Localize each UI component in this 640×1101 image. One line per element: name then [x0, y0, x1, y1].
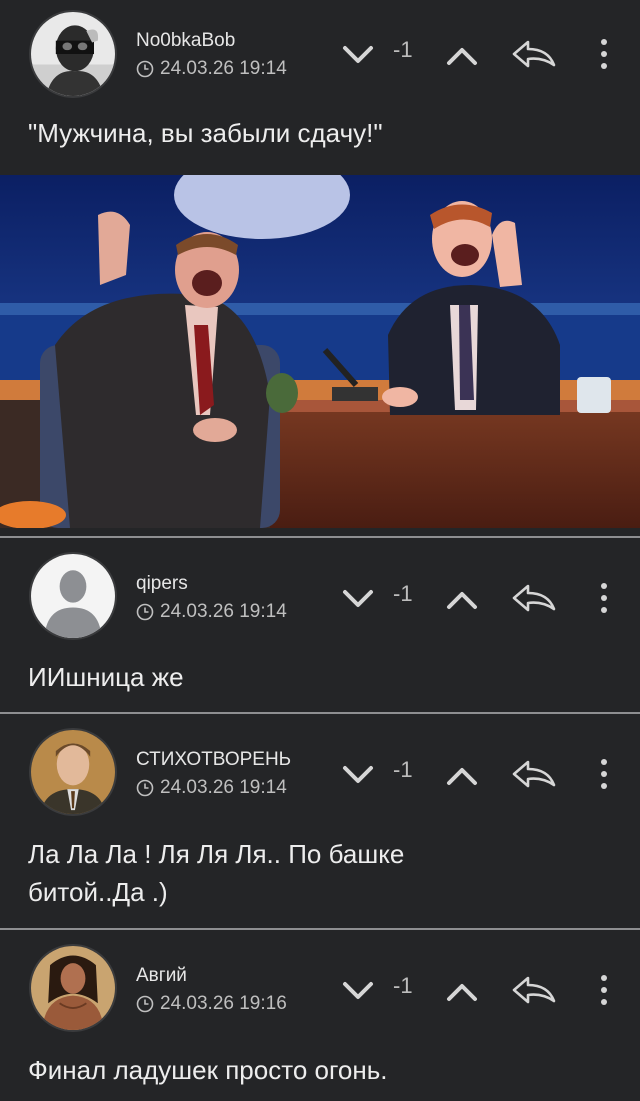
chevron-up-icon[interactable] [444, 582, 480, 618]
comment-text: Финал ладушек просто огонь. [28, 1055, 388, 1085]
clock-icon [136, 995, 154, 1013]
username[interactable]: No0bkaBob [136, 30, 235, 52]
chevron-up-icon[interactable] [444, 974, 480, 1010]
time-text: 24.03.26 19:14 [160, 601, 287, 622]
more-vertical-icon[interactable] [594, 36, 614, 72]
rating-value: -1 [393, 581, 413, 606]
reply-arrow-icon[interactable] [510, 972, 558, 1008]
reply-arrow-icon[interactable] [510, 36, 558, 72]
chevron-down-icon[interactable] [340, 36, 376, 72]
clock-icon [136, 779, 154, 797]
username[interactable]: Авгий [136, 965, 187, 987]
rating-value: -1 [393, 973, 413, 998]
comment-text: Ла Ла Ла ! Ля Ля Ля.. По башке битой..Да… [28, 839, 405, 907]
reply-arrow-icon[interactable] [510, 756, 558, 792]
comment-4: Авгий 24.03.26 19:16 -1 Финал ладушек пр… [0, 930, 640, 1101]
comment-time: 24.03.26 19:14 [136, 58, 287, 80]
clock-icon [136, 603, 154, 621]
user-avatar[interactable] [29, 552, 117, 640]
more-vertical-icon[interactable] [594, 580, 614, 616]
comment-text: "Мужчина, вы забыли сдачу!" [28, 118, 383, 148]
rating-value: -1 [393, 757, 413, 782]
comment-3: СТИХОТВОРЕНЬ 24.03.26 19:14 -1 Ла Ла Ла … [0, 714, 640, 928]
more-vertical-icon[interactable] [594, 972, 614, 1008]
rating-value: -1 [393, 37, 413, 62]
chevron-down-icon[interactable] [340, 756, 376, 792]
warrior-avatar-icon [31, 946, 115, 1030]
username[interactable]: СТИХОТВОРЕНЬ [136, 749, 291, 771]
chevron-up-icon[interactable] [444, 758, 480, 794]
chevron-up-icon[interactable] [444, 38, 480, 74]
user-avatar[interactable] [29, 728, 117, 816]
default-user-avatar-icon [31, 554, 115, 638]
man-portrait-avatar-icon [31, 730, 115, 814]
comment-image[interactable] [0, 175, 640, 528]
user-avatar[interactable] [29, 10, 117, 98]
chevron-down-icon[interactable] [340, 972, 376, 1008]
comment-time: 24.03.26 19:14 [136, 777, 287, 799]
masked-man-avatar-icon [31, 12, 115, 96]
clock-icon [136, 60, 154, 78]
time-text: 24.03.26 19:14 [160, 58, 287, 79]
time-text: 24.03.26 19:16 [160, 993, 287, 1014]
chevron-down-icon[interactable] [340, 580, 376, 616]
talk-show-scene-image [0, 175, 640, 528]
comment-2: qipers 24.03.26 19:14 -1 ИИшница же [0, 538, 640, 712]
comment-text: ИИшница же [28, 662, 184, 692]
comment-time: 24.03.26 19:14 [136, 601, 287, 623]
username[interactable]: qipers [136, 573, 188, 595]
comment-time: 24.03.26 19:16 [136, 993, 287, 1015]
user-avatar[interactable] [29, 944, 117, 1032]
more-vertical-icon[interactable] [594, 756, 614, 792]
reply-arrow-icon[interactable] [510, 580, 558, 616]
comment-1: No0bkaBob 24.03.26 19:14 -1 "Мужчина, вы… [0, 0, 640, 536]
time-text: 24.03.26 19:14 [160, 777, 287, 798]
